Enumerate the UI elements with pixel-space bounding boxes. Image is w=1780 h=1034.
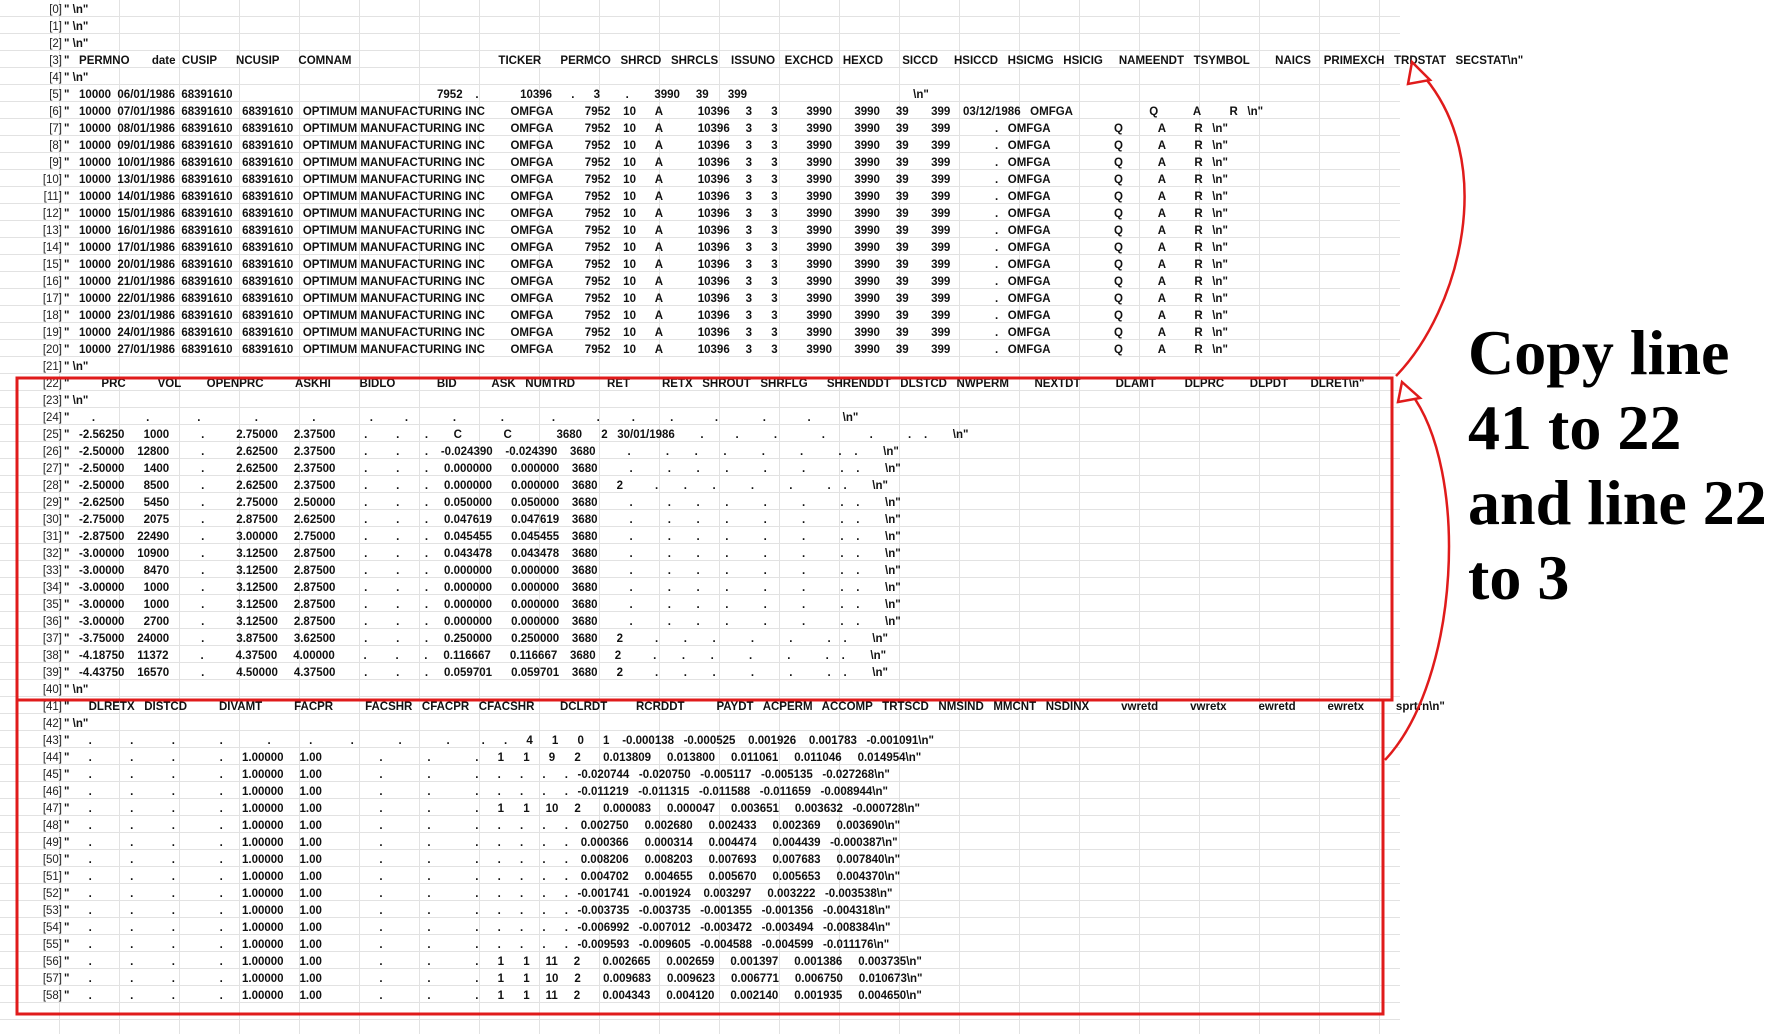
instruction-note: Copy line 41 to 22 and line 22 to 3 (1468, 315, 1780, 615)
arrowhead-upper-icon (1406, 59, 1433, 86)
arrow-curve-lower (1384, 391, 1451, 761)
highlight-box-rows-41-58 (15, 698, 1385, 1016)
highlight-box-rows-22-40 (15, 376, 1394, 702)
arrow-curve-upper (1395, 71, 1466, 377)
note-line-2: 41 to 22 (1468, 392, 1682, 463)
note-line-3: and line 22 (1468, 467, 1767, 538)
note-line-4: to 3 (1468, 542, 1570, 613)
note-line-1: Copy line (1468, 317, 1730, 388)
arrowhead-lower-icon (1396, 379, 1423, 404)
